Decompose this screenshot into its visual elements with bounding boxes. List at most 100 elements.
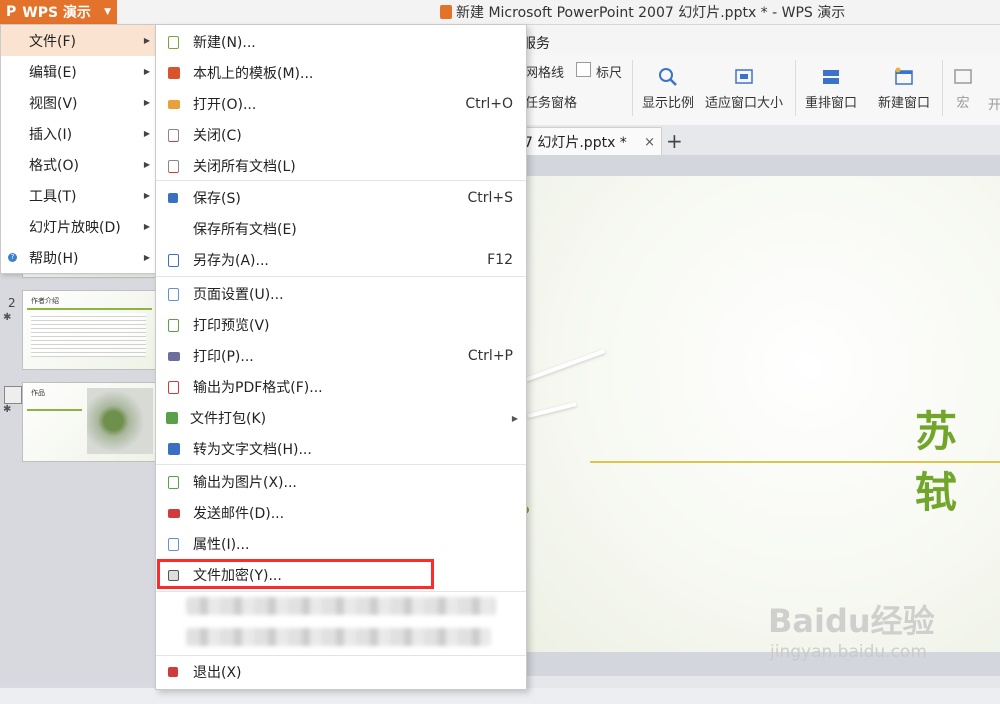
mail-icon: [168, 509, 180, 518]
exit-icon: [168, 667, 178, 677]
chevron-right-icon: ▶: [143, 160, 150, 169]
shortcut-label: Ctrl+S: [467, 190, 513, 206]
file-menu-save[interactable]: 保存(S) Ctrl+S: [156, 183, 526, 213]
file-menu-open[interactable]: 打开(O)... Ctrl+O: [156, 89, 526, 119]
file-menu-close[interactable]: 关闭(C): [156, 120, 526, 150]
main-menu: 文件(F) ▶ 编辑(E) ▶ 视图(V) ▶ 插入(I) ▶ 格式(O) ▶ 工具(T)…: [0, 24, 157, 274]
menu-separator: [156, 591, 526, 592]
thumbnail-title: 作者介绍: [31, 297, 59, 305]
new-window-button[interactable]: 新建窗口: [878, 66, 930, 111]
wps-logo-icon: P: [6, 4, 17, 20]
file-menu-print[interactable]: 打印(P)... Ctrl+P: [156, 341, 526, 371]
menu-separator: [156, 464, 526, 465]
convert-icon: [168, 443, 180, 455]
task-pane-toggle[interactable]: 任务窗格: [525, 92, 577, 111]
dev-button[interactable]: 开: [988, 94, 1000, 113]
main-menu-insert[interactable]: 插入(I) ▶: [1, 118, 156, 149]
fit-window-button[interactable]: 适应窗口大小: [705, 66, 783, 111]
slide-title[interactable]: 苏轼: [915, 398, 1000, 520]
chevron-right-icon: ▶: [143, 129, 150, 138]
package-icon: [166, 412, 178, 424]
thumbnail-title: 作品: [31, 389, 45, 397]
close-icon[interactable]: ×: [644, 135, 655, 150]
shortcut-label: F12: [487, 252, 513, 268]
document-tab-title: 7 幻灯片.pptx *: [524, 135, 627, 151]
arrange-windows-button[interactable]: 重排窗口: [805, 66, 857, 111]
fit-window-icon: [735, 69, 753, 84]
recent-file-blurred[interactable]: [186, 597, 496, 615]
main-menu-tools[interactable]: 工具(T) ▶: [1, 180, 156, 211]
chevron-right-icon: ▶: [143, 222, 150, 231]
file-menu-print-preview[interactable]: 打印预览(V): [156, 310, 526, 340]
file-menu-export-pdf[interactable]: 输出为PDF格式(F)...: [156, 372, 526, 402]
file-menu-exit[interactable]: 退出(X): [156, 657, 526, 687]
main-menu-view[interactable]: 视图(V) ▶: [1, 87, 156, 118]
chevron-down-icon: ▼: [104, 7, 111, 17]
macro-icon: [954, 69, 972, 84]
file-menu-properties[interactable]: 属性(I)...: [156, 529, 526, 559]
page-setup-icon: [168, 287, 179, 301]
file-menu-package[interactable]: 文件打包(K) ▶: [156, 403, 526, 433]
pdf-icon: [168, 380, 179, 394]
magnifier-icon: [659, 68, 677, 86]
toolbar-separator: [795, 60, 796, 116]
toolbar-separator: [632, 60, 633, 116]
new-window-icon: [895, 67, 913, 85]
close-all-icon: [168, 159, 179, 173]
chevron-right-icon: ▶: [143, 191, 150, 200]
main-menu-help[interactable]: ? 帮助(H) ▶: [1, 242, 156, 273]
ruler-checkbox-label[interactable]: 标尺: [596, 62, 622, 81]
chevron-right-icon: ▶: [143, 98, 150, 107]
main-menu-slideshow[interactable]: 幻灯片放映(D) ▶: [1, 211, 156, 242]
file-menu-convert-to-text[interactable]: 转为文字文档(H)...: [156, 434, 526, 464]
menu-separator: [156, 276, 526, 277]
slide-thumbnail[interactable]: 作者介绍: [22, 290, 157, 370]
recent-file-blurred[interactable]: [186, 628, 491, 646]
window-title-text: 新建 Microsoft PowerPoint 2007 幻灯片.pptx * …: [456, 5, 846, 21]
export-image-icon: [168, 475, 179, 489]
file-menu-save-all[interactable]: 保存所有文档(E): [156, 214, 526, 244]
file-menu-send-mail[interactable]: 发送邮件(D)...: [156, 498, 526, 528]
file-menu-save-as[interactable]: 另存为(A)... F12: [156, 245, 526, 275]
file-menu-close-all[interactable]: 关闭所有文档(L): [156, 151, 526, 181]
slide-thumbnail[interactable]: 作品: [22, 382, 157, 462]
new-tab-button[interactable]: +: [666, 129, 683, 153]
animation-star-icon: ✱: [3, 312, 12, 323]
file-menu-local-templates[interactable]: 本机上的模板(M)...: [156, 58, 526, 88]
open-folder-icon: [168, 100, 180, 109]
thumbnail-image: [87, 388, 153, 454]
template-icon: [168, 67, 180, 79]
watermark-main: Baidu经验: [768, 602, 935, 640]
macro-button[interactable]: 宏: [952, 66, 974, 111]
file-menu-new[interactable]: 新建(N)...: [156, 27, 526, 57]
menu-separator: [156, 180, 526, 181]
main-menu-format[interactable]: 格式(O) ▶: [1, 149, 156, 180]
main-menu-file[interactable]: 文件(F) ▶: [1, 25, 156, 56]
print-icon: [168, 352, 180, 361]
slide-hidden-icon: [4, 386, 22, 404]
baidu-watermark: Baidu经验 jingyan.baidu.com: [768, 596, 935, 662]
file-menu-export-image[interactable]: 输出为图片(X)...: [156, 467, 526, 497]
chevron-right-icon: ▶: [143, 253, 150, 262]
ruler-checkbox[interactable]: [576, 62, 591, 77]
save-icon: [168, 193, 178, 203]
file-menu-page-setup[interactable]: 页面设置(U)...: [156, 279, 526, 309]
close-doc-icon: [168, 128, 179, 142]
shortcut-label: Ctrl+O: [465, 96, 513, 112]
gridlines-checkbox-label[interactable]: 网格线: [525, 62, 564, 81]
zoom-button[interactable]: 显示比例: [642, 66, 694, 111]
document-icon: [440, 5, 452, 19]
save-as-icon: [168, 253, 179, 267]
new-icon: [168, 35, 179, 49]
status-bar: [0, 688, 1000, 704]
chevron-right-icon: ▶: [143, 67, 150, 76]
document-tab[interactable]: 7 幻灯片.pptx * ×: [515, 127, 662, 156]
properties-icon: [168, 537, 179, 551]
arrange-windows-icon: [823, 70, 839, 84]
annotation-highlight-box: [157, 559, 434, 589]
window-title: 新建 Microsoft PowerPoint 2007 幻灯片.pptx * …: [440, 2, 845, 22]
chevron-right-icon: ▶: [511, 413, 518, 423]
chevron-right-icon: ▶: [143, 36, 150, 45]
main-menu-edit[interactable]: 编辑(E) ▶: [1, 56, 156, 87]
wps-app-menu-button[interactable]: P WPS 演示 ▼: [0, 0, 117, 24]
